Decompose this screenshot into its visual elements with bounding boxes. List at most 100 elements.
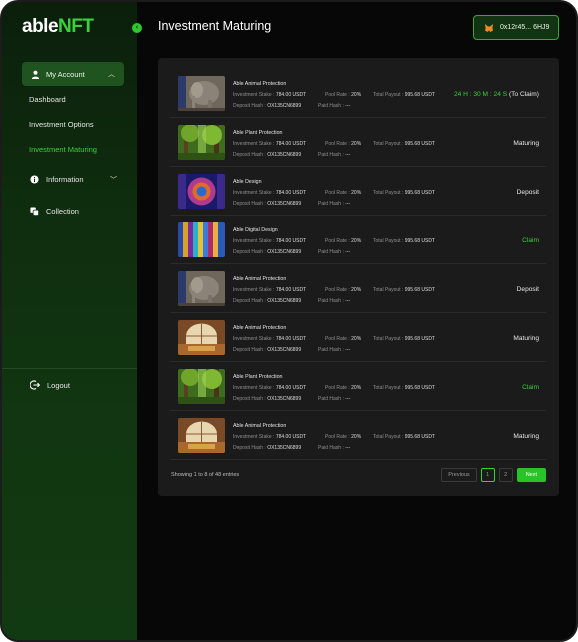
paid-hash: Paid Hash : --- (318, 298, 351, 305)
nft-thumbnail (178, 222, 225, 258)
wallet-address: 0x12r45... 6HJ9 (500, 24, 550, 31)
investment-stake: Investment Stake : 784.00 USDT (233, 140, 307, 147)
sidebar: ableNFT My Account ︿ Dashboard Investmen… (2, 2, 137, 640)
pool-rate: Pool Rate : 20% (325, 140, 362, 147)
previous-page-button[interactable]: Previous (441, 468, 477, 482)
sidebar-item-dashboard[interactable]: Dashboard (29, 95, 66, 104)
status-badge: Maturing (513, 432, 539, 440)
status-badge[interactable]: Claim (522, 384, 539, 391)
investment-name: Able Plant Protection (233, 129, 283, 136)
status-badge: Deposit (516, 188, 539, 196)
page-1-button[interactable]: 1 (480, 468, 495, 482)
metamask-fox-icon (485, 23, 493, 32)
total-payout: Total Payout : 995.68 USDT (373, 140, 435, 147)
countdown-timer: 24 H : 30 M : 24 S (453, 91, 508, 98)
chevron-down-icon: ﹀ (110, 176, 117, 184)
table-row[interactable]: Able Plant Protection Investment Stake :… (170, 119, 546, 167)
table-row[interactable]: Able Animal Protection Investment Stake … (170, 314, 546, 362)
total-payout: Total Payout : 995.68 USDT (373, 92, 435, 98)
app-frame: ableNFT My Account ︿ Dashboard Investmen… (0, 0, 578, 642)
sidebar-item-label: Information (46, 175, 84, 184)
deposit-hash: Deposit Hash : OX135CN6899 (233, 151, 302, 158)
total-payout: Total Payout : 995.68 USDT (373, 287, 435, 294)
sidebar-item-investment-options[interactable]: Investment Options (29, 120, 94, 129)
sidebar-item-collection[interactable]: Collection (30, 207, 79, 216)
sidebar-item-label: Collection (46, 207, 79, 216)
wallet-button[interactable]: 0x12r45... 6HJ9 (473, 15, 559, 40)
total-payout: Total Payout : 995.68 USDT (373, 336, 435, 342)
pool-rate: Pool Rate : 20% (325, 384, 362, 391)
investment-stake: Investment Stake : 784.00 USDT (233, 336, 307, 342)
logout-button[interactable]: Logout (30, 380, 70, 390)
status-badge[interactable]: Claim (522, 237, 539, 244)
deposit-hash: Deposit Hash : OX135CN6899 (233, 444, 302, 451)
investment-stake: Investment Stake : 784.00 USDT (233, 433, 307, 440)
logout-icon (30, 380, 40, 390)
deposit-hash: Deposit Hash : OX135CN6899 (233, 395, 302, 402)
info-icon (30, 175, 39, 184)
claim-hint: (To Claim) (507, 91, 539, 98)
page-title: Investment Maturing (158, 19, 272, 33)
deposit-hash: Deposit Hash : OX135CN6899 (233, 347, 302, 353)
pool-rate: Pool Rate : 20% (325, 336, 362, 342)
deposit-hash: Deposit Hash : OX135CN6899 (233, 249, 302, 256)
sidebar-divider (2, 368, 137, 369)
pool-rate: Pool Rate : 20% (325, 238, 362, 245)
logo-prefix: able (22, 16, 59, 37)
collapse-sidebar-button[interactable]: ‹ (132, 23, 142, 33)
table-row[interactable]: Able Animal Protection Investment Stake … (170, 265, 546, 314)
sidebar-item-investment-maturing[interactable]: Investment Maturing (29, 145, 97, 154)
table-row[interactable]: Able Design Investment Stake : 784.00 US… (170, 168, 546, 216)
page-2-button[interactable]: 2 (498, 468, 513, 482)
total-payout: Total Payout : 995.68 USDT (373, 189, 435, 196)
paid-hash: Paid Hash : --- (318, 151, 351, 158)
table-row[interactable]: Able Digital Design Investment Stake : 7… (170, 216, 546, 265)
nft-thumbnail (178, 271, 225, 307)
investment-name: Able Design (233, 178, 262, 185)
pool-rate: Pool Rate : 20% (325, 189, 362, 196)
status-badge: Maturing (513, 335, 539, 342)
paid-hash: Paid Hash : --- (318, 395, 351, 402)
nft-thumbnail (178, 76, 225, 111)
paid-hash: Paid Hash : --- (318, 200, 351, 207)
paid-hash: Paid Hash : --- (318, 103, 351, 109)
status-badge[interactable]: 24 H : 30 M : 24 S (To Claim) (454, 91, 539, 98)
nft-thumbnail (178, 368, 225, 404)
paid-hash: Paid Hash : --- (318, 444, 351, 451)
next-page-button[interactable]: Next (516, 468, 546, 482)
pool-rate: Pool Rate : 20% (325, 433, 362, 440)
entries-count: Showing 1 to 8 of 48 entries (171, 472, 240, 478)
deposit-hash: Deposit Hash : OX135CN6899 (233, 103, 302, 109)
investment-stake: Investment Stake : 784.00 USDT (233, 384, 307, 391)
sidebar-item-my-account[interactable]: My Account ︿ (22, 62, 124, 86)
investment-name: Able Animal Protection (233, 422, 287, 429)
table-row[interactable]: Able Animal Protection Investment Stake … (170, 70, 546, 118)
table-row[interactable]: Able Plant Protection Investment Stake :… (170, 363, 546, 411)
total-payout: Total Payout : 995.68 USDT (373, 238, 435, 245)
chevron-up-icon: ︿ (108, 71, 115, 78)
investment-name: Able Digital Design (233, 227, 278, 234)
investment-name: Able Animal Protection (233, 276, 287, 283)
logo[interactable]: ableNFT (22, 16, 94, 38)
investment-name: Able Animal Protection (233, 325, 287, 331)
investment-stake: Investment Stake : 784.00 USDT (233, 92, 307, 98)
pool-rate: Pool Rate : 20% (325, 92, 362, 98)
nft-thumbnail (178, 173, 225, 209)
user-icon (31, 70, 40, 79)
nft-thumbnail (178, 124, 225, 160)
sidebar-item-label: My Account (46, 69, 85, 79)
investment-stake: Investment Stake : 784.00 USDT (233, 238, 307, 245)
deposit-hash: Deposit Hash : OX135CN6899 (233, 298, 302, 305)
nft-thumbnail (178, 417, 225, 453)
logo-suffix: NFT (58, 16, 94, 37)
investment-name: Able Animal Protection (233, 81, 287, 87)
investments-panel: Able Animal Protection Investment Stake … (158, 58, 559, 496)
pool-rate: Pool Rate : 20% (325, 287, 362, 294)
sidebar-item-information[interactable]: Information ﹀ (30, 175, 120, 184)
investment-stake: Investment Stake : 784.00 USDT (233, 287, 307, 294)
logout-label: Logout (47, 380, 70, 390)
collection-icon (30, 207, 39, 216)
pagination: Previous 1 2 Next (441, 468, 546, 482)
table-row[interactable]: Able Animal Protection Investment Stake … (170, 412, 546, 460)
investment-stake: Investment Stake : 784.00 USDT (233, 189, 307, 196)
